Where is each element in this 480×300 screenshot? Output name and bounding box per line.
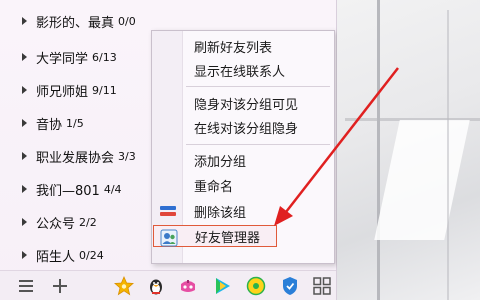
expand-arrow-icon[interactable] [22, 53, 27, 61]
group-count: 1/5 [66, 116, 84, 130]
window-frame [377, 0, 380, 300]
menu-item-label: 显示在线联系人 [194, 64, 286, 80]
add-icon[interactable] [50, 276, 70, 296]
menu-item-rename[interactable]: 重命名 [182, 174, 334, 196]
background-photo [337, 0, 480, 300]
friend-manager-icon [160, 229, 178, 247]
menu-item-label: 刷新好友列表 [194, 40, 273, 56]
menu-item-label: 删除该组 [194, 205, 247, 221]
group-count: 0/24 [79, 248, 104, 262]
expand-arrow-icon[interactable] [22, 86, 27, 94]
bottom-toolbar [0, 270, 336, 300]
menu-item-label: 隐身对该分组可见 [194, 97, 299, 113]
group-name: 音协 [36, 117, 63, 133]
group-count: 4/4 [103, 182, 122, 196]
menu-item-add-group[interactable]: 添加分组 [182, 149, 334, 171]
menu-separator [186, 144, 330, 145]
window-frame [447, 10, 449, 300]
qzone-icon[interactable] [114, 276, 134, 296]
apps-grid-icon[interactable] [312, 276, 332, 296]
group-count: 2/2 [79, 215, 97, 229]
group-name: 职业发展协会 [36, 150, 115, 166]
expand-arrow-icon[interactable] [22, 251, 27, 259]
group-name: 公众号 [36, 216, 76, 232]
expand-arrow-icon[interactable] [22, 185, 27, 193]
menu-icon[interactable] [16, 276, 36, 296]
menu-item-delete-group[interactable]: 删除该组 [182, 200, 334, 222]
screenshot-root: 影形的、最真 0/0 大学同学 6/13 师兄师姐 9/11 音协 1/5 职业 [0, 0, 480, 300]
menu-item-invisible-visible-to-group[interactable]: 隐身对该分组可见 [182, 92, 334, 114]
expand-arrow-icon[interactable] [22, 119, 27, 127]
expand-arrow-icon[interactable] [22, 218, 27, 226]
penguin-icon[interactable] [146, 276, 166, 296]
menu-item-label: 在线对该分组隐身 [194, 121, 299, 137]
group-count: 6/13 [92, 50, 117, 64]
menu-separator [186, 86, 330, 87]
menu-item-label: 添加分组 [194, 154, 247, 170]
window-pane [374, 120, 470, 240]
group-name: 陌生人 [36, 249, 76, 265]
menu-item-show-online-contacts[interactable]: 显示在线联系人 [182, 59, 334, 81]
menu-item-label: 重命名 [194, 179, 234, 195]
video-icon[interactable] [212, 276, 232, 296]
group-name: 影形的、最真 [36, 15, 115, 31]
menu-item-refresh-friend-list[interactable]: 刷新好友列表 [182, 35, 334, 57]
group-count: 3/3 [118, 149, 136, 163]
music-icon[interactable] [246, 276, 266, 296]
context-menu: 刷新好友列表 显示在线联系人 隐身对该分组可见 在线对该分组隐身 添加分组 重命… [151, 30, 335, 264]
expand-arrow-icon[interactable] [22, 17, 27, 25]
group-name: 我们—801 [36, 183, 100, 199]
security-icon[interactable] [280, 276, 300, 296]
menu-item-online-invisible-to-group[interactable]: 在线对该分组隐身 [182, 116, 334, 138]
game-icon[interactable] [178, 276, 198, 296]
group-name: 大学同学 [36, 51, 89, 67]
expand-arrow-icon[interactable] [22, 152, 27, 160]
group-name: 师兄师姐 [36, 84, 89, 100]
group-count: 0/0 [118, 14, 136, 28]
group-count: 9/11 [92, 83, 117, 97]
delete-group-icon [159, 203, 177, 221]
